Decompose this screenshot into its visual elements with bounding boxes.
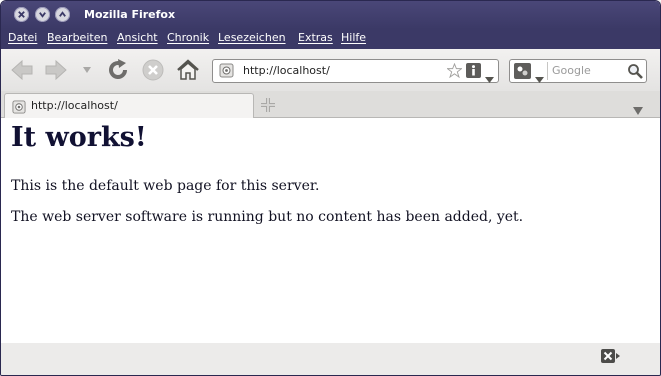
menu-hilfe[interactable]: Hilfe — [341, 31, 366, 44]
menu-ansicht[interactable]: Ansicht — [117, 31, 158, 44]
search-bar[interactable]: Google — [509, 59, 647, 83]
home-icon[interactable] — [175, 57, 201, 83]
forward-icon[interactable] — [43, 58, 69, 82]
status-error-icon[interactable] — [601, 348, 621, 363]
search-magnifier-icon[interactable] — [627, 63, 643, 79]
tab-label: http://localhost/ — [31, 99, 118, 112]
search-engine-icon[interactable] — [514, 63, 531, 79]
tab-list-icon[interactable] — [633, 100, 643, 115]
minimize-icon[interactable] — [35, 7, 50, 22]
tab-localhost[interactable]: http://localhost/ — [4, 93, 254, 118]
url-text[interactable]: http://localhost/ — [243, 64, 330, 77]
maximize-icon[interactable] — [55, 7, 70, 22]
menu-bar: Datei Bearbeiten Ansicht Chronik Lesezei… — [1, 29, 660, 49]
page-paragraph-1: This is the default web page for this se… — [11, 178, 320, 194]
bookmark-star-icon[interactable] — [446, 62, 463, 79]
history-dropdown-icon[interactable] — [81, 65, 93, 75]
url-dropdown-icon[interactable] — [485, 68, 494, 83]
reload-icon[interactable] — [105, 58, 131, 82]
browser-window: Mozilla Firefox Datei Bearbeiten Ansicht… — [0, 0, 661, 376]
tab-favicon-icon — [12, 99, 26, 114]
menu-lesezeichen[interactable]: Lesezeichen — [218, 31, 286, 44]
new-tab-icon[interactable] — [259, 96, 277, 114]
close-icon[interactable] — [14, 7, 29, 22]
search-input[interactable]: Google — [552, 64, 591, 77]
site-identity-icon[interactable] — [219, 63, 234, 78]
search-divider — [547, 62, 548, 80]
page-content: It works! This is the default web page f… — [1, 118, 660, 344]
page-heading: It works! — [11, 122, 147, 153]
page-info-icon[interactable] — [466, 63, 481, 78]
menu-extras[interactable]: Extras — [298, 31, 333, 44]
back-icon[interactable] — [9, 58, 35, 82]
window-title: Mozilla Firefox — [84, 8, 176, 21]
url-bar[interactable]: http://localhost/ — [212, 59, 499, 83]
menu-bearbeiten[interactable]: Bearbeiten — [47, 31, 107, 44]
status-bar — [1, 343, 660, 375]
stop-icon[interactable] — [140, 58, 166, 82]
search-dropdown-icon[interactable] — [535, 68, 544, 83]
menu-datei[interactable]: Datei — [8, 31, 37, 44]
page-paragraph-2: The web server software is running but n… — [11, 209, 524, 225]
title-bar: Mozilla Firefox — [1, 1, 660, 29]
menu-chronik[interactable]: Chronik — [167, 31, 209, 44]
